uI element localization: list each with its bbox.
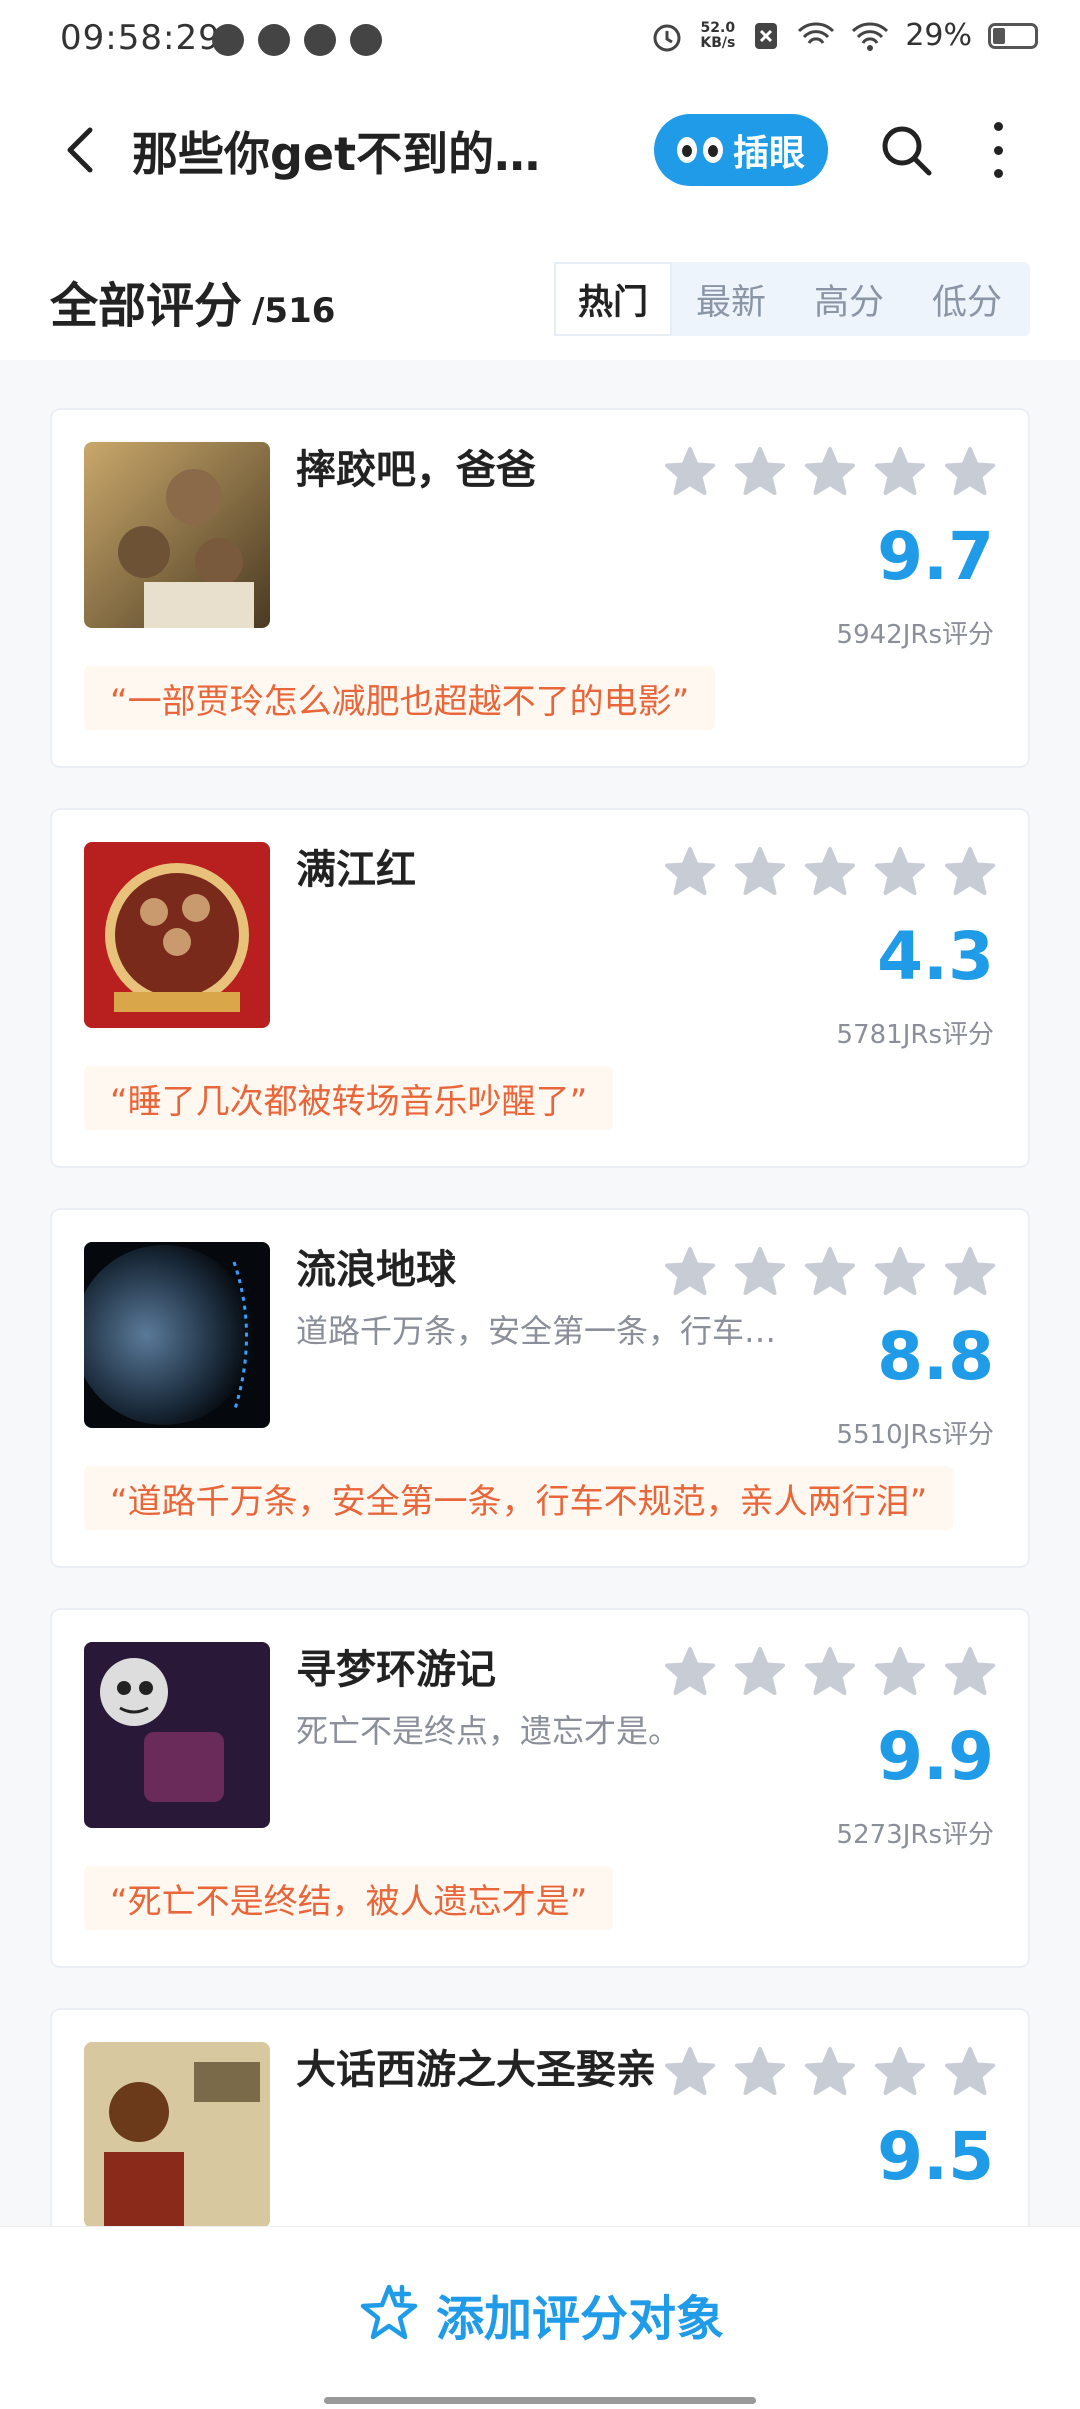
star-icon[interactable] xyxy=(804,446,856,498)
movie-poster xyxy=(84,1642,270,1828)
star-icon[interactable] xyxy=(874,446,926,498)
star-rating[interactable] xyxy=(664,1246,996,1298)
bilibili-notification-icon xyxy=(304,24,336,56)
star-icon[interactable] xyxy=(804,846,856,898)
sort-tab-hot[interactable]: 热门 xyxy=(554,262,672,336)
star-icon[interactable] xyxy=(804,1646,856,1698)
star-icon[interactable] xyxy=(734,446,786,498)
star-icon[interactable] xyxy=(944,1646,996,1698)
star-icon[interactable] xyxy=(944,2046,996,2098)
star-icon[interactable] xyxy=(664,2046,716,2098)
top-comment: “道路千万条，安全第一条，行车不规范，亲人两行泪” xyxy=(84,1466,954,1530)
movie-name: 摔跤吧，爸爸 xyxy=(296,447,536,493)
add-rating-item-label: 添加评分对象 xyxy=(436,2291,725,2347)
back-arrow-icon[interactable] xyxy=(56,124,108,176)
movie-name: 流浪地球 xyxy=(296,1247,456,1293)
movie-subtitle: 死亡不是终点，遗忘才是。 xyxy=(296,1712,681,1750)
notification-icons xyxy=(212,24,382,56)
app-notification-icon xyxy=(212,24,244,56)
star-plus-icon xyxy=(360,2284,418,2340)
movie-name: 大话西游之大圣娶亲 xyxy=(296,2047,656,2093)
star-icon[interactable] xyxy=(944,846,996,898)
add-rating-item-button[interactable]: 添加评分对象 xyxy=(356,2279,724,2349)
status-bar: 09:58:29 52.0 KB/s 29% xyxy=(0,0,1080,84)
movie-score: 9.5 xyxy=(877,2118,994,2195)
star-icon[interactable] xyxy=(874,2046,926,2098)
rating-count: /516 xyxy=(252,291,336,331)
alarm-icon xyxy=(653,24,681,51)
star-icon[interactable] xyxy=(874,846,926,898)
battery-icon xyxy=(988,22,1038,49)
network-speed: 52.0 KB/s xyxy=(700,19,736,51)
star-icon[interactable] xyxy=(804,2046,856,2098)
star-icon[interactable] xyxy=(734,1646,786,1698)
star-icon[interactable] xyxy=(664,1646,716,1698)
play-notification-icon xyxy=(258,24,290,56)
message-notification-icon xyxy=(350,24,382,56)
eyes-icon xyxy=(676,137,723,163)
search-icon[interactable] xyxy=(878,122,934,178)
top-comment: “睡了几次都被转场音乐吵醒了” xyxy=(84,1066,614,1130)
peek-button-label: 插眼 xyxy=(732,133,805,174)
vote-count: 5942JRs评分 xyxy=(836,620,994,650)
vote-count: 5273JRs评分 xyxy=(836,1820,994,1850)
home-indicator xyxy=(324,2397,756,2404)
status-time: 09:58:29 xyxy=(60,18,221,58)
page-title: 那些你get不到的高… xyxy=(132,127,582,181)
star-rating[interactable] xyxy=(664,446,996,498)
movie-score: 9.7 xyxy=(877,518,994,595)
sort-tab-low[interactable]: 低分 xyxy=(908,262,1026,336)
vote-count: 5510JRs评分 xyxy=(836,1420,994,1450)
movie-poster xyxy=(84,842,270,1028)
battery-percent: 29% xyxy=(905,18,972,53)
sort-tabs: 热门 最新 高分 低分 xyxy=(554,262,1030,336)
top-comment: “一部贾玲怎么减肥也超越不了的电影” xyxy=(84,666,716,730)
star-icon[interactable] xyxy=(664,846,716,898)
section-title: 全部评分 xyxy=(50,278,243,334)
movie-card[interactable]: 流浪地球 道路千万条，安全第一条，行车… 8.8 5510JRs评分 “道路千万… xyxy=(50,1208,1030,1568)
star-icon[interactable] xyxy=(874,1646,926,1698)
bottom-action-bar: 添加评分对象 xyxy=(0,2226,1080,2409)
sort-tab-high[interactable]: 高分 xyxy=(790,262,908,336)
star-icon[interactable] xyxy=(664,1246,716,1298)
movie-card[interactable]: 摔跤吧，爸爸 9.7 5942JRs评分 “一部贾玲怎么减肥也超越不了的电影” xyxy=(50,408,1030,768)
movie-score: 4.3 xyxy=(877,918,994,995)
star-icon[interactable] xyxy=(944,1246,996,1298)
movie-card[interactable]: 寻梦环游记 死亡不是终点，遗忘才是。 9.9 5273JRs评分 “死亡不是终结… xyxy=(50,1608,1030,1968)
peek-button[interactable]: 插眼 xyxy=(654,114,828,186)
top-comment: “死亡不是终结，被人遗忘才是” xyxy=(84,1866,614,1930)
movie-name: 寻梦环游记 xyxy=(296,1647,496,1693)
movie-poster xyxy=(84,1242,270,1428)
sim-off-icon xyxy=(755,22,778,49)
movie-score: 8.8 xyxy=(877,1318,994,1395)
more-options-icon[interactable] xyxy=(986,122,1010,178)
movie-poster xyxy=(84,442,270,628)
star-icon[interactable] xyxy=(874,1246,926,1298)
movie-poster xyxy=(84,2042,270,2228)
wifi-icon xyxy=(852,21,889,51)
star-rating[interactable] xyxy=(664,2046,996,2098)
star-icon[interactable] xyxy=(804,1246,856,1298)
status-right: 52.0 KB/s 29% xyxy=(650,18,1038,53)
top-app-bar: 那些你get不到的高… 插眼 xyxy=(0,100,1080,200)
star-icon[interactable] xyxy=(944,446,996,498)
star-icon[interactable] xyxy=(734,2046,786,2098)
cellular-icon xyxy=(798,21,835,44)
movie-name: 满江红 xyxy=(296,847,416,893)
ratings-heading: 全部评分 /516 xyxy=(50,266,335,336)
movie-card[interactable]: 满江红 4.3 5781JRs评分 “睡了几次都被转场音乐吵醒了” xyxy=(50,808,1030,1168)
star-rating[interactable] xyxy=(664,846,996,898)
movie-score: 9.9 xyxy=(877,1718,994,1795)
star-icon[interactable] xyxy=(664,446,716,498)
star-icon[interactable] xyxy=(734,846,786,898)
vote-count: 5781JRs评分 xyxy=(836,1020,994,1050)
star-rating[interactable] xyxy=(664,1646,996,1698)
sort-tab-latest[interactable]: 最新 xyxy=(672,262,790,336)
star-icon[interactable] xyxy=(734,1246,786,1298)
movie-subtitle: 道路千万条，安全第一条，行车… xyxy=(296,1312,777,1350)
